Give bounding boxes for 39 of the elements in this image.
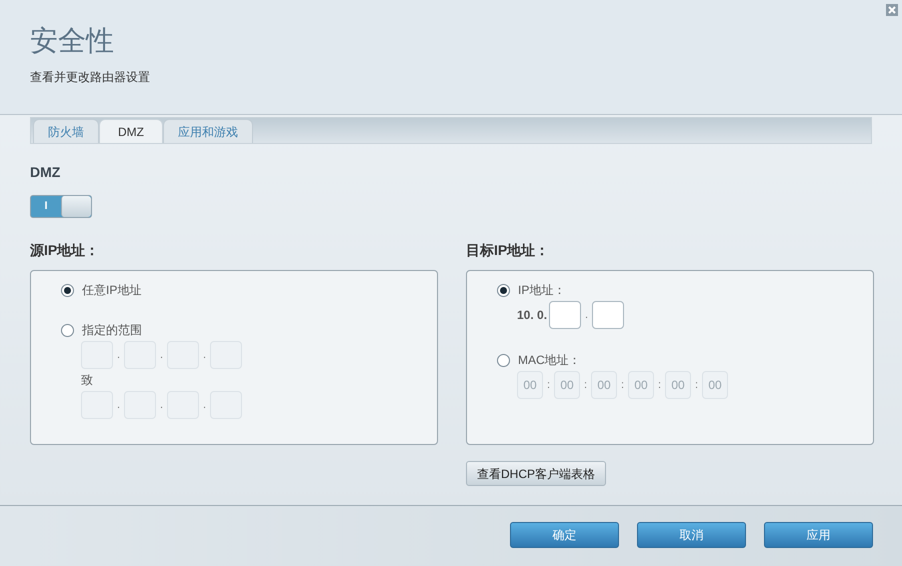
separator: . [116, 348, 122, 363]
separator: : [620, 378, 626, 393]
separator: : [656, 378, 662, 393]
separator: . [584, 308, 590, 323]
footer-button[interactable]: 应用 [764, 522, 873, 548]
radio-button[interactable] [61, 284, 74, 296]
tab[interactable]: DMZ [99, 119, 163, 143]
range-word: 致 [81, 372, 93, 389]
option-label: 任意IP地址 [82, 282, 142, 299]
separator: : [582, 378, 588, 393]
separator: . [158, 398, 164, 413]
section-heading: 源IP地址： [30, 241, 100, 260]
page-subtitle: 查看并更改路由器设置 [30, 69, 150, 86]
option-label: MAC地址： [518, 352, 581, 369]
page-title: 安全性 [30, 24, 114, 58]
separator: . [158, 348, 164, 363]
separator: : [694, 378, 700, 393]
ip-prefix: 10. 0. [517, 307, 548, 324]
separator: . [202, 348, 208, 363]
tab[interactable]: 应用和游戏 [163, 119, 253, 143]
dhcp-table-button[interactable]: 查看DHCP客户端表格 [466, 461, 606, 486]
toggle-switch[interactable]: I [30, 195, 92, 218]
input-field[interactable] [592, 301, 624, 329]
separator: . [116, 398, 122, 413]
radio-button[interactable] [497, 284, 510, 296]
tab[interactable]: 防火墙 [33, 119, 99, 143]
input-field[interactable] [549, 301, 582, 329]
option-label: 指定的范围 [82, 322, 142, 339]
option-label: IP地址： [518, 282, 566, 299]
section-heading: 目标IP地址： [466, 241, 550, 260]
close-button[interactable] [886, 4, 898, 16]
footer-button[interactable]: 取消 [637, 522, 746, 548]
toggle-label: I [43, 199, 49, 214]
footer-button[interactable]: 确定 [510, 522, 619, 548]
section-heading: DMZ [30, 163, 60, 182]
radio-button[interactable] [61, 324, 74, 336]
separator: . [202, 398, 208, 413]
radio-button[interactable] [497, 354, 510, 366]
separator: : [546, 378, 552, 393]
